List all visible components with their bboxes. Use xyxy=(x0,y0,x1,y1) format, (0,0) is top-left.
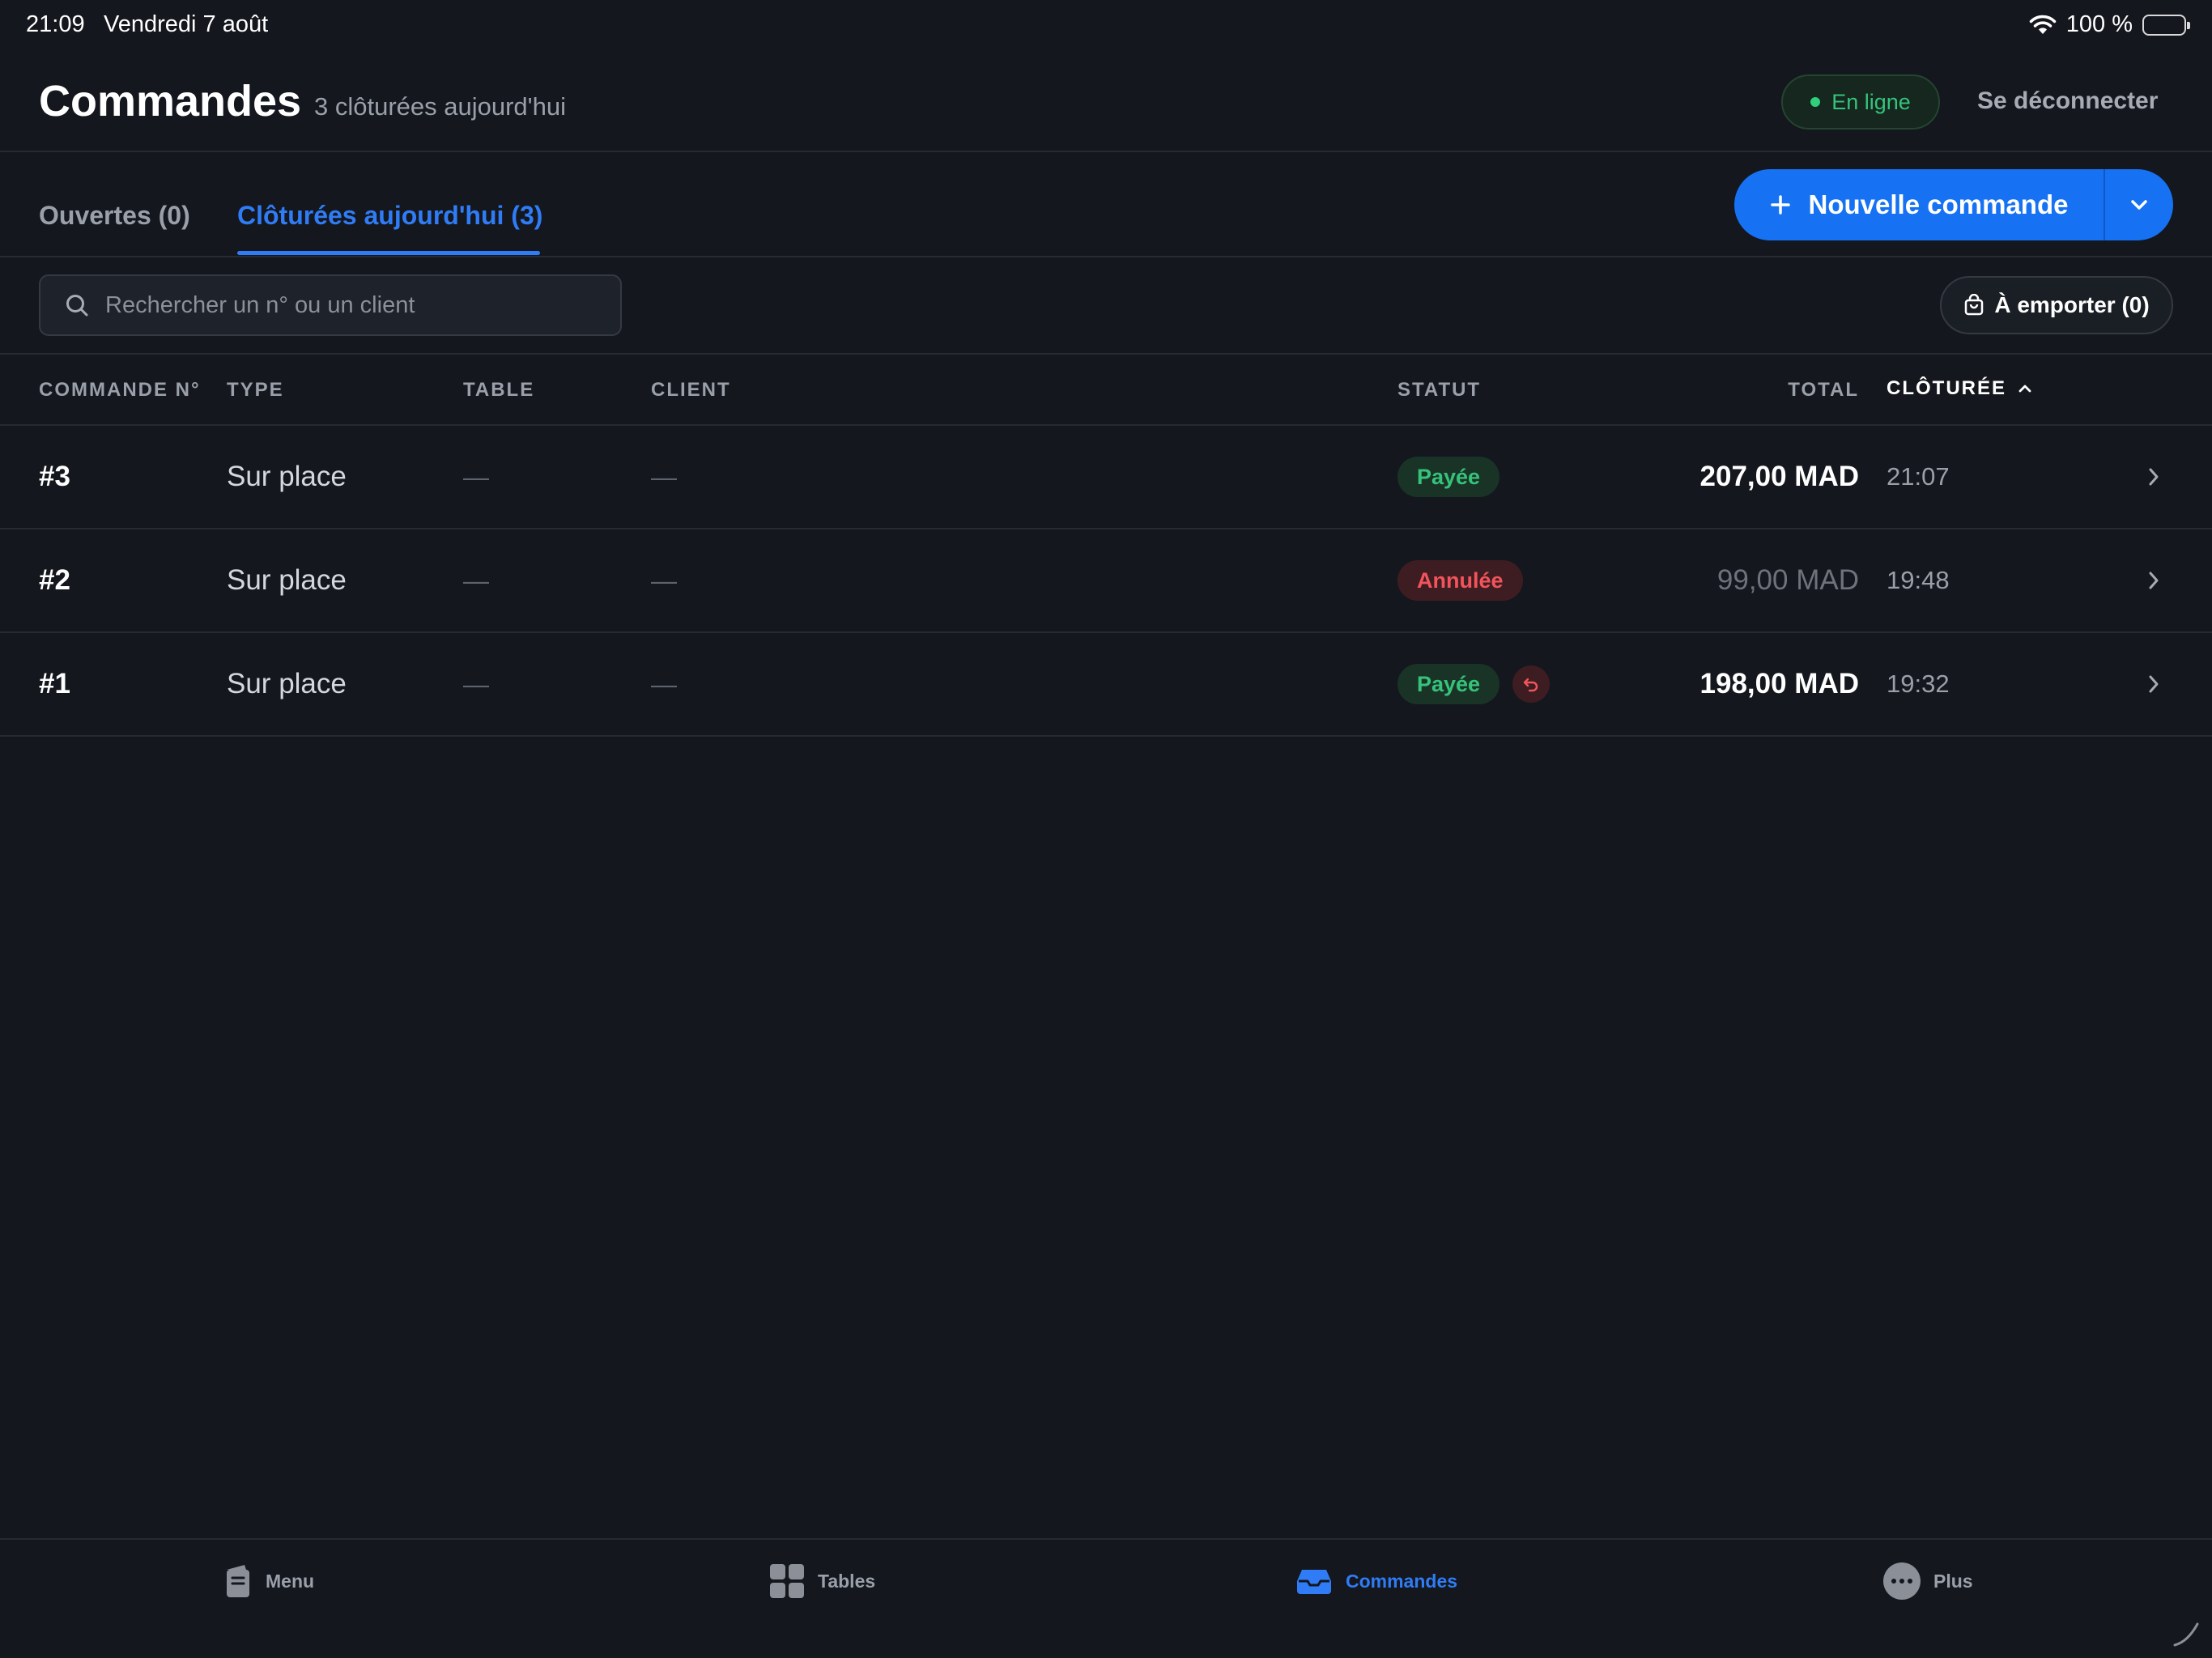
order-type: Sur place xyxy=(227,668,347,699)
new-order-label: Nouvelle commande xyxy=(1808,189,2069,219)
status-date: Vendredi 7 août xyxy=(104,11,269,37)
takeaway-label: À emporter (0) xyxy=(1994,292,2150,317)
new-order-options-button[interactable] xyxy=(2105,169,2173,240)
online-status-badge: En ligne xyxy=(1781,74,1940,130)
column-header-status[interactable]: STATUT xyxy=(1397,379,1481,402)
status-bar: 21:09 Vendredi 7 août 100 % xyxy=(0,0,2212,52)
active-tab-indicator xyxy=(237,251,540,255)
new-order-button[interactable]: Nouvelle commande xyxy=(1734,169,2104,240)
battery-icon xyxy=(2142,14,2190,36)
online-dot-icon xyxy=(1810,97,1821,107)
order-type: Sur place xyxy=(227,564,347,596)
page-subtitle: 3 clôturées aujourd'hui xyxy=(314,92,566,121)
nav-item-menu[interactable]: Menu xyxy=(223,1561,314,1601)
page-header: Commandes 3 clôturées aujourd'hui En lig… xyxy=(0,52,2212,152)
column-header-client[interactable]: CLIENT xyxy=(651,379,731,402)
tabs-bar: Ouvertes (0) Clôturées aujourd'hui (3) N… xyxy=(0,152,2212,257)
status-badge-paid: Payée xyxy=(1397,664,1500,704)
order-total: 99,00 MAD xyxy=(1716,564,1859,596)
order-client: — xyxy=(651,565,677,595)
shopping-bag-icon xyxy=(1963,294,1984,317)
status-badge-cancelled: Annulée xyxy=(1397,560,1523,601)
nav-more-label: Plus xyxy=(1933,1570,1973,1592)
online-status-label: En ligne xyxy=(1831,89,1911,114)
status-time: 21:09 xyxy=(26,11,85,37)
grid-icon xyxy=(769,1563,805,1599)
nav-tables-label: Tables xyxy=(818,1570,876,1592)
orders-toolbar: À emporter (0) xyxy=(0,257,2212,355)
order-closed-time: 19:48 xyxy=(1887,566,1950,594)
search-input[interactable] xyxy=(105,291,591,319)
chevron-right-icon xyxy=(2147,426,2160,528)
column-header-type[interactable]: TYPE xyxy=(227,379,284,402)
column-header-closed-label: CLÔTURÉE xyxy=(1887,377,2006,399)
order-status: Annulée xyxy=(1397,529,1523,631)
order-type: Sur place xyxy=(227,461,347,492)
takeaway-filter-button[interactable]: À emporter (0) xyxy=(1940,276,2173,334)
nav-item-orders[interactable]: Commandes xyxy=(1295,1561,1457,1601)
order-status: Payée xyxy=(1397,633,1551,735)
wifi-icon xyxy=(2029,15,2057,36)
chevron-right-icon xyxy=(2147,529,2160,631)
nav-orders-label: Commandes xyxy=(1346,1570,1458,1592)
page-title: Commandes xyxy=(39,77,302,125)
search-box xyxy=(39,274,622,336)
order-total: 207,00 MAD xyxy=(1699,461,1859,492)
order-total: 198,00 MAD xyxy=(1699,668,1859,699)
order-client: — xyxy=(651,669,677,699)
sort-ascending-icon xyxy=(2018,384,2032,393)
column-header-number[interactable]: COMMANDE N° xyxy=(39,379,201,402)
order-table: — xyxy=(463,669,489,699)
more-icon xyxy=(1883,1558,1925,1600)
inbox-tray-icon xyxy=(1295,1567,1333,1596)
pencil-stroke-icon xyxy=(2172,1619,2201,1648)
order-table: — xyxy=(463,461,489,491)
status-badge-paid: Payée xyxy=(1397,457,1500,497)
tab-closed-today[interactable]: Clôturées aujourd'hui (3) xyxy=(237,201,542,231)
refund-icon xyxy=(1512,665,1551,703)
chevron-right-icon xyxy=(2147,633,2160,735)
nav-item-tables[interactable]: Tables xyxy=(769,1561,875,1601)
chevron-down-icon xyxy=(2129,198,2149,211)
order-row[interactable]: #3 Sur place — — Payée 207,00 MAD 21:07 xyxy=(0,426,2212,529)
order-client: — xyxy=(651,461,677,491)
column-header-table[interactable]: TABLE xyxy=(463,379,534,402)
order-status: Payée xyxy=(1397,426,1500,528)
column-header-closed[interactable]: CLÔTURÉE xyxy=(1887,377,2032,400)
order-row[interactable]: #1 Sur place — — Payée 198,00 MAD 19:32 xyxy=(0,633,2212,737)
battery-percent: 100 % xyxy=(2065,11,2133,37)
search-icon xyxy=(65,293,89,317)
menu-book-icon xyxy=(223,1563,253,1599)
nav-item-more[interactable]: Plus xyxy=(1883,1558,1973,1601)
status-right: 100 % xyxy=(2029,11,2190,38)
order-table: — xyxy=(463,565,489,595)
logout-button[interactable]: Se déconnecter xyxy=(1977,87,2158,115)
order-closed-time: 21:07 xyxy=(1887,462,1950,491)
nav-menu-label: Menu xyxy=(266,1570,315,1592)
notification-dot xyxy=(1921,1558,1925,1562)
order-row[interactable]: #2 Sur place — — Annulée 99,00 MAD 19:48 xyxy=(0,529,2212,633)
new-order-split-button: Nouvelle commande xyxy=(1734,169,2173,240)
order-number: #1 xyxy=(39,668,70,699)
order-closed-time: 19:32 xyxy=(1887,670,1950,698)
tab-open[interactable]: Ouvertes (0) xyxy=(39,201,190,231)
order-number: #3 xyxy=(39,461,70,492)
bottom-tab-bar: Menu Tables Commandes Plus xyxy=(0,1538,2212,1658)
column-header-total[interactable]: TOTAL xyxy=(1788,379,1859,402)
plus-icon xyxy=(1770,194,1791,215)
order-number: #2 xyxy=(39,564,70,596)
orders-table-header: COMMANDE N° TYPE TABLE CLIENT STATUT TOT… xyxy=(0,355,2212,426)
